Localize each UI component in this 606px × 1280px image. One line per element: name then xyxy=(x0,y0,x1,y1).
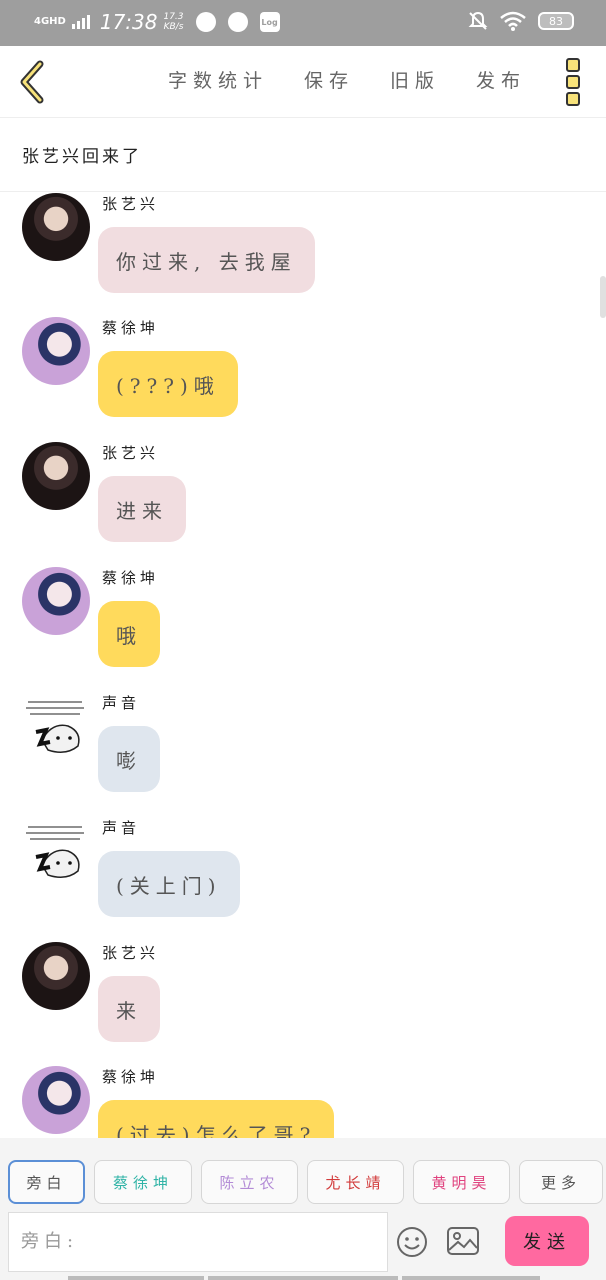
speaker-name: 张艺兴 xyxy=(102,944,160,962)
log-icon: Log xyxy=(259,12,280,32)
character-chips: 旁白 蔡徐坤 陈立农 尤长靖 黄明昊 更多 xyxy=(8,1160,603,1204)
chip-more[interactable]: 更多 xyxy=(519,1160,603,1204)
speaker-name: 蔡徐坤 xyxy=(102,1068,160,1086)
image-icon[interactable] xyxy=(446,1226,480,1256)
chip-huang-minghao[interactable]: 黄明昊 xyxy=(413,1160,510,1204)
chip-label: 陈立农 xyxy=(219,1173,280,1192)
chip-label: 蔡徐坤 xyxy=(112,1173,173,1192)
scrollbar[interactable] xyxy=(600,276,606,318)
more-options-icon[interactable] xyxy=(566,58,582,106)
speedometer-icon xyxy=(195,12,216,32)
speaker-name: 张艺兴 xyxy=(102,444,160,462)
speaker-name: 张艺兴 xyxy=(102,195,160,213)
avatar[interactable] xyxy=(22,692,90,760)
back-arrow-icon[interactable] xyxy=(14,60,54,104)
avatar[interactable] xyxy=(22,942,90,1010)
chip-label: 尤长靖 xyxy=(325,1173,386,1192)
signal-icon xyxy=(71,15,90,29)
save-button[interactable]: 保存 xyxy=(304,66,354,93)
chip-chen-linong[interactable]: 陈立农 xyxy=(201,1160,298,1204)
message-bubble[interactable]: 你过来, 去我屋 xyxy=(98,227,315,293)
word-count-button[interactable]: 字数统计 xyxy=(168,66,268,93)
chip-label: 旁白 xyxy=(26,1173,67,1192)
speaker-name: 蔡徐坤 xyxy=(102,569,160,587)
top-nav: 字数统计 保存 旧版 发布 xyxy=(0,46,606,118)
composer: 旁白 蔡徐坤 陈立农 尤长靖 黄明昊 更多 旁白: 发送 xyxy=(0,1138,606,1280)
old-version-button[interactable]: 旧版 xyxy=(390,66,440,93)
mute-bell-icon xyxy=(468,11,488,30)
message-bubble[interactable]: 来 xyxy=(98,976,160,1042)
wifi-icon xyxy=(500,11,526,31)
message-bubble[interactable]: 进来 xyxy=(98,476,186,542)
clock: 17:38 xyxy=(99,10,158,34)
network-type: 4GHD xyxy=(34,16,66,27)
chip-label: 黄明昊 xyxy=(431,1173,492,1192)
message-bubble[interactable]: 嘭 xyxy=(98,726,160,792)
wechat-icon xyxy=(227,12,248,32)
nav-actions: 字数统计 保存 旧版 发布 xyxy=(168,66,526,93)
speaker-name: 蔡徐坤 xyxy=(102,319,160,337)
speaker-name: 声音 xyxy=(102,819,141,837)
status-bar: 4GHD 17:38 17.3 KB/s Log 83 xyxy=(0,0,606,46)
emoji-icon[interactable] xyxy=(396,1226,428,1258)
send-button[interactable]: 发送 xyxy=(505,1216,589,1266)
speed-value: 17.3 xyxy=(163,12,184,22)
network-speed: 17.3 KB/s xyxy=(163,12,183,32)
avatar[interactable] xyxy=(22,1066,90,1134)
chapter-title-bar[interactable]: 张艺兴回来了 xyxy=(0,118,606,192)
chip-you-zhangjing[interactable]: 尤长靖 xyxy=(307,1160,404,1204)
chip-narrator[interactable]: 旁白 xyxy=(8,1160,85,1204)
avatar[interactable] xyxy=(22,817,90,885)
message-bubble[interactable]: (???)哦 xyxy=(98,351,238,417)
avatar[interactable] xyxy=(22,317,90,385)
chapter-title: 张艺兴回来了 xyxy=(22,147,142,167)
avatar[interactable] xyxy=(22,193,90,261)
message-input[interactable]: 旁白: xyxy=(8,1212,388,1272)
message-bubble[interactable]: 哦 xyxy=(98,601,160,667)
speaker-name: 声音 xyxy=(102,694,141,712)
chip-label: 更多 xyxy=(540,1173,581,1192)
speed-unit: KB/s xyxy=(163,22,184,32)
message-bubble[interactable]: (过去)怎么了哥? xyxy=(98,1100,335,1138)
avatar[interactable] xyxy=(22,567,90,635)
publish-button[interactable]: 发布 xyxy=(476,66,526,93)
message-bubble[interactable]: (关上门) xyxy=(98,851,240,917)
chip-cai-xukun[interactable]: 蔡徐坤 xyxy=(94,1160,192,1204)
nav-gesture-bar xyxy=(68,1276,540,1280)
battery-indicator: 83 xyxy=(538,12,574,30)
avatar[interactable] xyxy=(22,442,90,510)
chat-area[interactable]: 张艺兴 你过来, 去我屋 蔡徐坤 (???)哦 张艺兴 进来 蔡徐坤 哦 声音 … xyxy=(0,193,606,1138)
